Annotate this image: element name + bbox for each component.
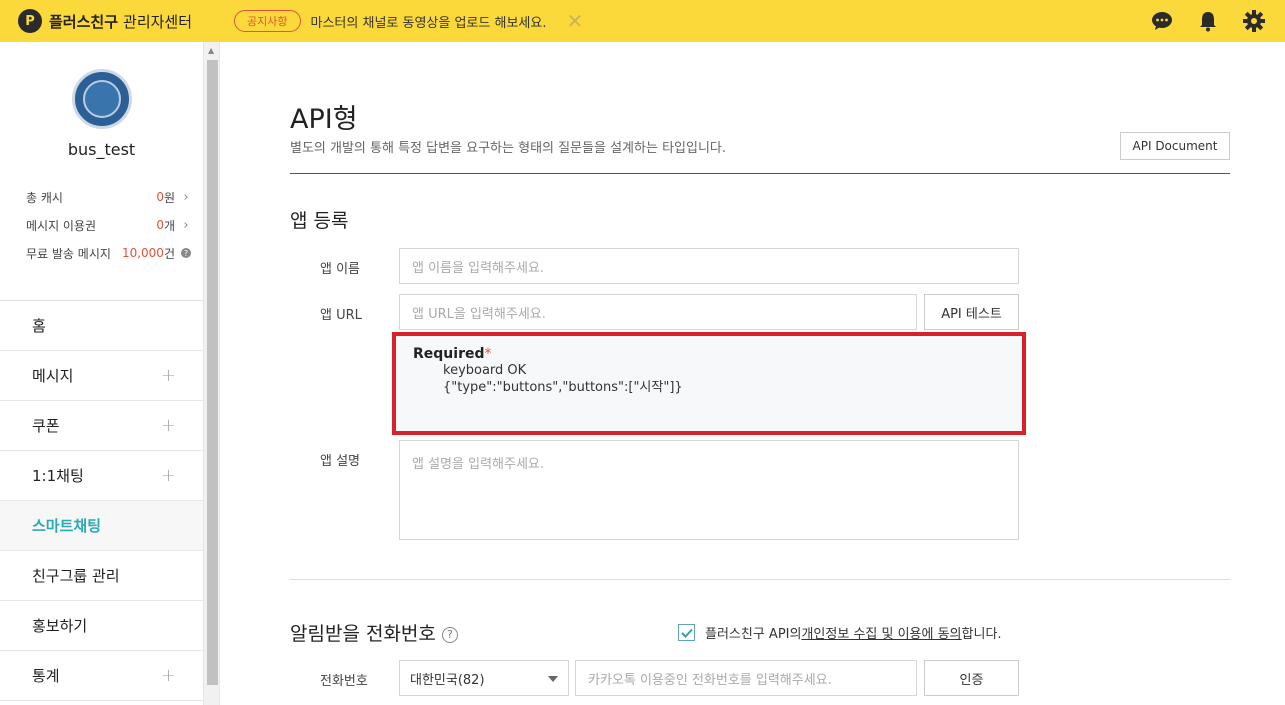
stat-label: 총 캐시 (26, 190, 63, 205)
stat-label: 메시지 이용권 (26, 218, 97, 233)
bell-icon[interactable] (1195, 8, 1221, 34)
stat-value: 0 (156, 190, 164, 204)
gear-icon[interactable] (1241, 8, 1267, 34)
required-star: * (484, 346, 492, 362)
sidebar-item-smart-chat[interactable]: 스마트채팅 (0, 501, 203, 551)
plus-icon: + (160, 465, 176, 486)
brand[interactable]: P 플러스친구 관리자센터 (18, 9, 192, 33)
sidebar-item-message[interactable]: 메시지 + (0, 351, 203, 401)
stat-total-cash[interactable]: 총 캐시 0 원 › (26, 183, 191, 211)
university-seal-icon (82, 80, 121, 118)
consent-prefix: 플러스친구 API의 (705, 627, 802, 642)
sidebar-menu: 홈 메시지 + 쿠폰 + 1:1채팅 + 스마트채팅 친구그룹 관리 홍보하기 … (0, 300, 203, 701)
scroll-up-arrow-icon[interactable]: ▲ (208, 46, 214, 55)
stat-label: 무료 발송 메시지 (26, 246, 111, 261)
profile-name: bus_test (67, 140, 136, 159)
required-title-text: Required (413, 346, 485, 362)
api-test-button[interactable]: API 테스트 (924, 294, 1019, 330)
sidebar-item-coupon[interactable]: 쿠폰 + (0, 401, 203, 451)
brand-subtitle: 관리자센터 (123, 12, 193, 31)
verify-button[interactable]: 인증 (924, 660, 1019, 696)
sidebar-scrollbar[interactable]: ▲ (204, 42, 220, 705)
close-icon[interactable]: ✕ (566, 11, 583, 31)
phone-label: 전화번호 (320, 674, 368, 689)
notify-phone-title-text: 알림받을 전화번호 (290, 623, 436, 645)
top-bar: P 플러스친구 관리자센터 공지사항 마스터의 채널로 동영상을 업로드 해보세… (0, 0, 1285, 42)
app-description-textarea[interactable]: 앱 설명을 입력해주세요. (399, 440, 1019, 540)
plus-friend-logo-icon: P (18, 9, 42, 33)
phone-input[interactable]: 카카오톡 이용중인 전화번호를 입력해주세요. (575, 660, 917, 696)
country-code-value: 대한민국(82) (410, 672, 485, 688)
consent-link[interactable]: 개인정보 수집 및 이용에 동의 (801, 623, 961, 642)
chat-icon[interactable] (1149, 8, 1175, 34)
sidebar-item-promote[interactable]: 홍보하기 (0, 601, 203, 651)
plus-icon: + (160, 365, 176, 386)
section-divider (290, 579, 1230, 580)
required-line: keyboard OK (443, 363, 527, 378)
stat-value: 10,000 (121, 246, 164, 260)
app-name-label: 앱 이름 (320, 262, 361, 277)
sidebar-item-label: 1:1채팅 (32, 467, 84, 485)
consent-suffix: 합니다. (961, 627, 1002, 642)
plus-icon: + (160, 665, 176, 686)
stat-unit: 건 (163, 246, 175, 261)
app-registration-title: 앱 등록 (290, 210, 349, 232)
title-divider (290, 173, 1230, 174)
chevron-right-icon[interactable]: › (181, 190, 191, 205)
chevron-down-icon (548, 676, 558, 682)
sidebar-item-home[interactable]: 홈 (0, 301, 203, 351)
app-name-input[interactable]: 앱 이름을 입력해주세요. (399, 248, 1019, 284)
notify-phone-title: 알림받을 전화번호? (290, 619, 458, 646)
required-title: Required* (413, 346, 1022, 362)
sidebar-item-chat[interactable]: 1:1채팅 + (0, 451, 203, 501)
sidebar-item-label: 홍보하기 (32, 617, 88, 635)
account-stats: 총 캐시 0 원 › 메시지 이용권 0 개 › 무료 발송 메시지 10,00… (0, 175, 203, 267)
api-document-button[interactable]: API Document (1120, 132, 1230, 160)
stat-value: 0 (156, 218, 164, 232)
page-description: 별도의 개발의 통해 특정 답변을 요구하는 형태의 질문들을 설계하는 타입입… (290, 141, 727, 156)
consent-checkbox[interactable] (678, 624, 695, 641)
country-code-select[interactable]: 대한민국(82) (399, 660, 569, 696)
sidebar-item-label: 친구그룹 관리 (32, 567, 120, 585)
privacy-consent: 플러스친구 API의 개인정보 수집 및 이용에 동의 합니다. (678, 623, 1002, 642)
page-title: API형 (290, 104, 358, 135)
notice-badge[interactable]: 공지사항 (234, 10, 301, 32)
app-description-label: 앱 설명 (320, 454, 361, 469)
sidebar-item-friend-groups[interactable]: 친구그룹 관리 (0, 551, 203, 601)
required-info-box: Required* keyboard OK {"type":"buttons",… (392, 332, 1026, 435)
help-icon[interactable]: ? (441, 626, 458, 643)
scrollbar-thumb[interactable] (207, 60, 218, 685)
sidebar-item-label: 홈 (32, 317, 46, 335)
brand-name: 플러스친구 (49, 12, 119, 31)
chevron-right-icon[interactable]: › (181, 218, 191, 233)
app-url-label: 앱 URL (320, 308, 362, 323)
help-icon[interactable]: ? (181, 248, 191, 258)
sidebar: bus_test 총 캐시 0 원 › 메시지 이용권 0 개 › 무료 발송 … (0, 42, 204, 705)
app-url-input[interactable]: 앱 URL을 입력해주세요. (399, 294, 917, 330)
notice-text[interactable]: 마스터의 채널로 동영상을 업로드 해보세요. (311, 12, 547, 31)
avatar[interactable] (71, 69, 132, 129)
sidebar-item-stats[interactable]: 통계 + (0, 651, 203, 701)
sidebar-item-label: 쿠폰 (32, 417, 60, 435)
sidebar-item-label: 메시지 (32, 367, 74, 385)
stat-message-voucher[interactable]: 메시지 이용권 0 개 › (26, 211, 191, 239)
stat-unit: 개 (163, 218, 175, 233)
stat-free-messages: 무료 발송 메시지 10,000 건 ? (26, 239, 191, 267)
required-line: {"type":"buttons","buttons":["시작"]} (443, 380, 683, 395)
sidebar-item-label: 스마트채팅 (32, 517, 102, 535)
profile: bus_test (0, 42, 203, 175)
stat-unit: 원 (163, 190, 175, 205)
sidebar-item-label: 통계 (32, 667, 60, 685)
plus-icon: + (160, 415, 176, 436)
